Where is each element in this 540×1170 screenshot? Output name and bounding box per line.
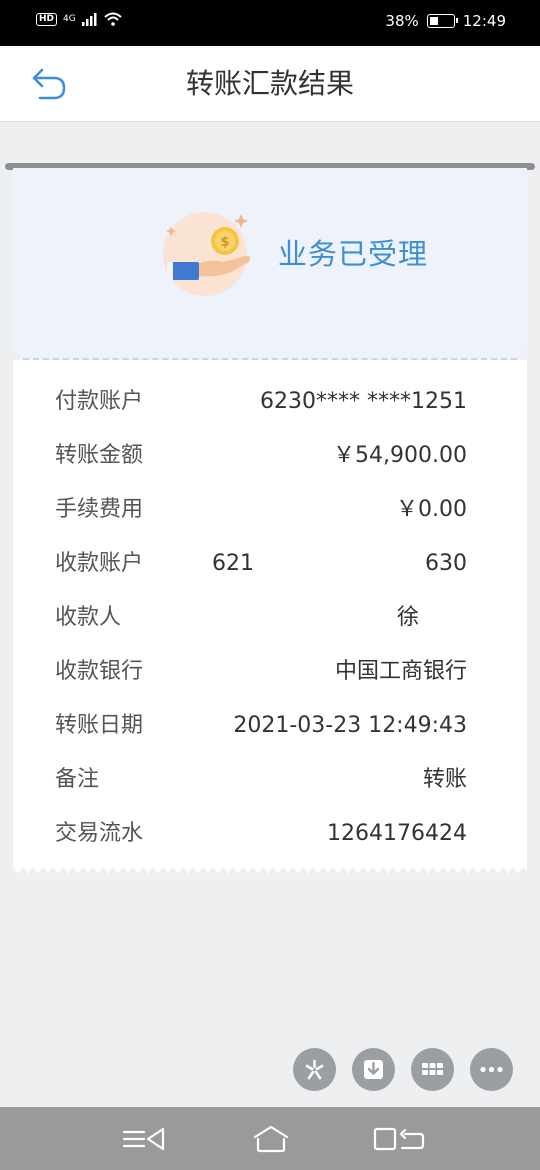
result-status: 业务已受理	[278, 237, 429, 271]
coin-hand-icon: $	[163, 212, 250, 296]
receipt-zigzag-edge	[13, 866, 527, 874]
battery-percent: 38%	[385, 12, 419, 30]
share-button[interactable]	[293, 1048, 336, 1091]
grid-button[interactable]	[411, 1048, 454, 1091]
detail-row-payee: 收款人 徐	[55, 598, 467, 638]
detail-value: ￥54,900.00	[333, 443, 467, 468]
detail-label: 收款账户	[55, 551, 144, 576]
hd-badge: HD	[36, 12, 58, 26]
wifi-icon	[104, 12, 122, 26]
detail-label: 交易流水	[55, 821, 144, 846]
status-right: 38% 12:49	[385, 12, 506, 30]
detail-label: 手续费用	[55, 497, 144, 522]
more-icon	[480, 1066, 503, 1073]
detail-value: 6230**** ****1251	[260, 389, 467, 414]
system-nav-bar	[0, 1107, 540, 1170]
more-button[interactable]	[470, 1048, 513, 1091]
detail-value: 1264176424	[327, 821, 467, 846]
download-button[interactable]	[352, 1048, 395, 1091]
detail-row-note: 备注 转账	[55, 760, 467, 800]
detail-value: 2021-03-23 12:49:43	[233, 713, 467, 738]
recent-apps-icon[interactable]	[372, 1125, 426, 1153]
detail-row-serial: 交易流水 1264176424	[55, 814, 467, 854]
detail-label: 转账金额	[55, 443, 144, 468]
detail-row-payer-account: 付款账户 6230**** ****1251	[55, 382, 467, 422]
page-title: 转账汇款结果	[185, 67, 354, 100]
detail-row-bank: 收款银行 中国工商银行	[55, 652, 467, 692]
detail-label: 收款人	[55, 605, 122, 630]
receipt-details: 付款账户 6230**** ****1251 转账金额 ￥54,900.00 手…	[13, 360, 527, 868]
clock: 12:49	[462, 12, 506, 30]
detail-label: 付款账户	[55, 389, 144, 414]
battery-icon	[426, 14, 458, 28]
signal-icon	[81, 13, 97, 26]
network-type: 4G	[63, 14, 76, 24]
home-icon[interactable]	[252, 1123, 290, 1155]
detail-value: 徐	[396, 605, 419, 630]
detail-value: 中国工商银行	[334, 659, 467, 684]
detail-row-payee-account: 收款账户 621 630	[55, 544, 467, 584]
grid-icon	[422, 1063, 443, 1075]
share-icon	[305, 1059, 324, 1080]
detail-row-fee: 手续费用 ￥0.00	[55, 490, 467, 530]
status-left: HD 4G	[36, 12, 122, 26]
menu-back-icon[interactable]	[120, 1125, 168, 1153]
detail-value-end: 630	[425, 551, 467, 576]
detail-label: 备注	[55, 767, 100, 792]
detail-row-date: 转账日期 2021-03-23 12:49:43	[55, 706, 467, 746]
detail-label: 收款银行	[55, 659, 144, 684]
detail-value-start: 621	[212, 551, 254, 576]
result-banner: $ 业务已受理	[13, 168, 527, 360]
detail-row-amount: 转账金额 ￥54,900.00	[55, 436, 467, 476]
detail-label: 转账日期	[55, 713, 144, 738]
download-icon	[364, 1060, 383, 1079]
svg-text:$: $	[220, 235, 229, 250]
detail-value: 转账	[422, 767, 467, 792]
detail-value: ￥0.00	[396, 497, 467, 522]
page-header: 转账汇款结果	[0, 46, 540, 122]
status-bar: HD 4G 38% 12:49	[0, 0, 540, 46]
